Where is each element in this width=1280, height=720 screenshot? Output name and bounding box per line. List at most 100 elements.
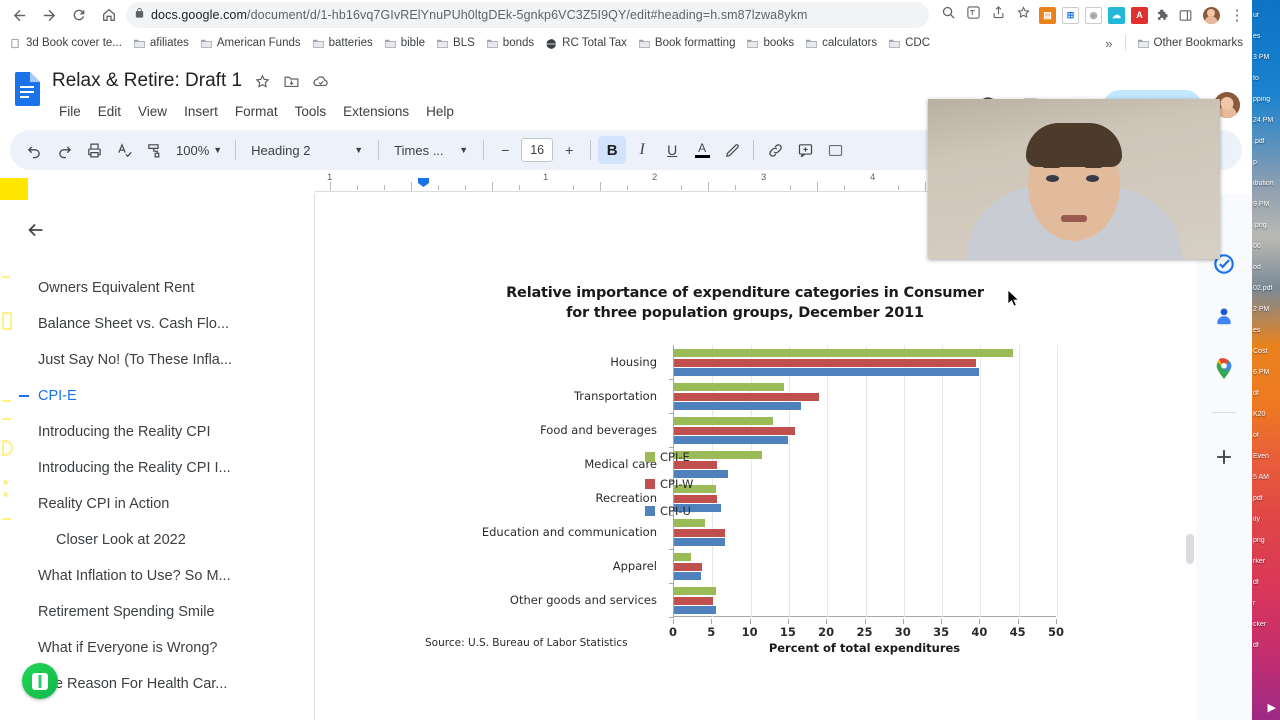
menu-insert[interactable]: Insert [177,101,225,122]
outline-item-closer-look-2022[interactable]: Closer Look at 2022 [0,522,314,558]
divider [235,140,237,160]
extension-cyan-cloud[interactable]: ☁ [1108,6,1125,24]
paragraph-style-select[interactable]: Heading 2 ▼ [243,137,371,163]
bookmark-item[interactable]: RC Total Tax [540,34,632,52]
bookmark-item[interactable]: CDC [883,34,935,52]
star-icon[interactable] [1016,5,1031,25]
menu-extensions[interactable]: Extensions [336,101,416,122]
print-icon[interactable] [80,136,108,164]
scroll-arrow-icon[interactable]: ▶ [1268,701,1276,714]
google-maps-icon[interactable] [1212,356,1236,380]
forward-arrow-icon[interactable] [36,2,62,28]
menu-view[interactable]: View [131,101,174,122]
bookmark-item[interactable]: bonds [481,34,539,52]
spellcheck-icon[interactable] [110,136,138,164]
bookmark-item[interactable]: American Funds [195,34,306,52]
bookmark-item[interactable]: BLS [431,34,480,52]
bookmark-item[interactable]: calculators [800,34,882,52]
bookmark-item[interactable]: 3d Book cover te... [4,34,127,52]
bookmarks-overflow-button[interactable]: » [1099,36,1118,51]
outline-item-what-if-everyone-is-wrong[interactable]: What if Everyone is Wrong? [0,630,314,666]
chart-x-tick-label: 40 [971,625,988,640]
outline-item-just-say-no[interactable]: Just Say No! (To These Infla... [0,342,314,378]
extension-sidebar-toggle[interactable] [1177,6,1194,24]
search-icon[interactable] [941,5,956,25]
menu-format[interactable]: Format [228,101,285,122]
back-arrow-icon[interactable] [6,2,32,28]
highlight-pen-icon[interactable] [718,136,746,164]
menu-tools[interactable]: Tools [288,101,334,122]
outline-item-cpi-e[interactable]: CPI-E [0,378,314,414]
translate-icon[interactable] [966,5,981,25]
font-size-input[interactable]: 16 [521,138,554,162]
add-comment-icon[interactable] [791,136,819,164]
zoom-level-select[interactable]: 100% ▼ [170,137,228,163]
bookmark-item[interactable]: batteries [307,34,378,52]
undo-icon[interactable] [20,136,48,164]
document-canvas[interactable]: Relative importance of expenditure categ… [315,194,1196,720]
google-contacts-icon[interactable] [1212,304,1236,328]
bold-button[interactable]: B [598,136,627,164]
outline-item-reality-cpi-in-action[interactable]: Reality CPI in Action [0,486,314,522]
insert-image-icon[interactable] [821,136,849,164]
redo-icon[interactable] [50,136,78,164]
move-to-folder-icon[interactable] [283,73,300,90]
link-icon[interactable] [761,136,789,164]
desktop-file-label: ibution [1253,180,1274,187]
menu-help[interactable]: Help [419,101,461,122]
outline-item-retirement-spending-smile[interactable]: Retirement Spending Smile [0,594,314,630]
outline-item-what-inflation-to-use[interactable]: What Inflation to Use? So M... [0,558,314,594]
address-bar[interactable]: docs.google.com/document/d/1-hb16vq7GIvR… [126,2,929,28]
webcam-pip-overlay[interactable] [928,99,1220,259]
home-icon[interactable] [96,2,122,28]
cloud-saved-icon[interactable] [312,72,330,90]
bookmark-item[interactable]: Book formatting [633,34,741,52]
italic-button[interactable]: I [628,136,656,164]
desktop-file-label: png [1253,537,1265,544]
text-color-button[interactable]: A [688,136,716,164]
left-indent-marker[interactable] [418,178,429,187]
increase-font-size-button[interactable]: + [555,136,583,164]
underline-button[interactable]: U [658,136,686,164]
extension-orange-chart[interactable]: ▤ [1039,6,1056,24]
document-scrollbar[interactable] [1186,534,1194,564]
star-icon[interactable] [254,73,271,90]
other-bookmarks-button[interactable]: Other Bookmarks [1132,34,1248,52]
outline-item-owners-equivalent-rent[interactable]: Owners Equivalent Rent [0,270,314,306]
chart-category-labels: Housing Transportation Food and beverages M… [425,345,665,617]
decrease-font-size-button[interactable]: − [491,136,519,164]
extension-adobe-acrobat[interactable]: A [1131,6,1148,24]
add-on-plus-icon[interactable] [1212,445,1236,469]
extensions-row: ▤ ⊞ ◉ ☁ A ⋮ [1035,2,1246,28]
document-title[interactable]: Relax & Retire: Draft 1 [52,70,242,92]
bookmark-item[interactable]: afiliates [128,34,194,52]
chart-x-tick-label: 25 [856,625,873,640]
menu-edit[interactable]: Edit [91,101,128,122]
share-icon[interactable] [991,5,1006,25]
bookmark-item[interactable]: books [741,34,799,52]
outline-item-introducing-reality-cpi[interactable]: Introducing the Reality CPI [0,414,314,450]
bookmark-item[interactable]: bible [379,34,430,52]
outline-item-introducing-reality-cpi-ii[interactable]: Introducing the Reality CPI I... [0,450,314,486]
desktop-file-label: 02.pdf [1253,285,1273,292]
back-arrow-icon[interactable] [12,206,60,254]
recording-pause-button[interactable] [22,663,58,699]
paint-format-icon[interactable] [140,136,168,164]
chart-legend: CPI-E CPI-W CPI-U [645,443,693,524]
desktop-file-label: df [1253,642,1259,649]
bookmark-label: American Funds [216,37,301,49]
chart-bar [674,417,773,426]
reload-icon[interactable] [66,2,92,28]
docs-logo-icon[interactable] [10,66,44,110]
font-family-select[interactable]: Times ... ▼ [386,137,476,163]
extension-puzzle[interactable] [1154,6,1171,24]
bookmark-label: RC Total Tax [562,37,627,49]
kebab-menu-icon[interactable]: ⋮ [1228,2,1246,28]
menu-file[interactable]: File [52,101,88,122]
profile-avatar-icon[interactable] [1200,4,1222,26]
outline-item-balance-sheet[interactable]: Balance Sheet vs. Cash Flo... [0,306,314,342]
extension-blue-grid[interactable]: ⊞ [1062,6,1079,24]
desktop-file-label: 9 PM [1253,201,1270,208]
extension-grey-dot[interactable]: ◉ [1085,6,1102,24]
url-text: docs.google.com/document/d/1-hb16vq7GIvR… [151,8,807,22]
